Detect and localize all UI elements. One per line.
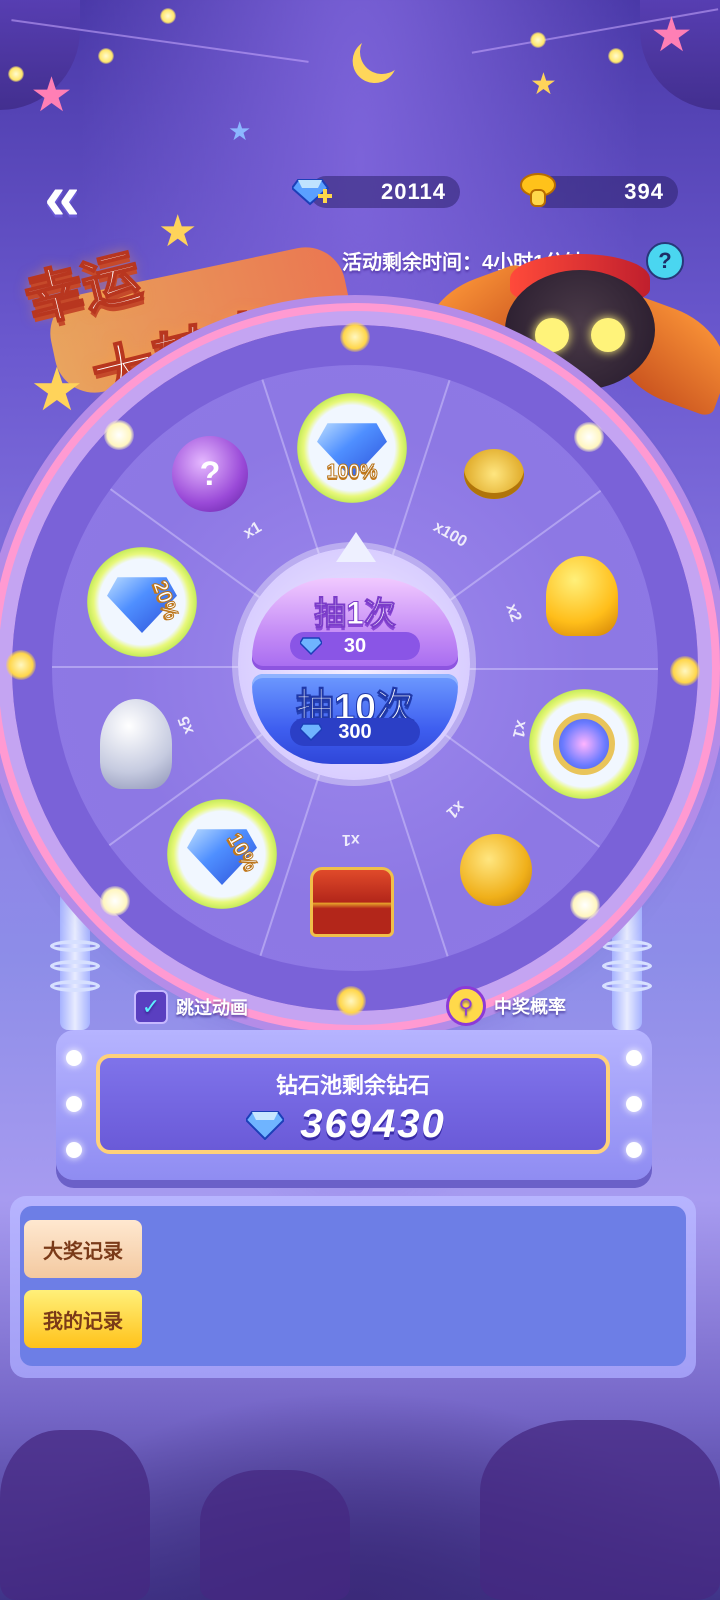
base-light	[626, 1142, 642, 1158]
diamond-balance-value: 20114	[381, 179, 446, 204]
multiplier-label: x1	[342, 831, 360, 848]
spring-decoration	[602, 980, 652, 992]
spring-decoration	[602, 940, 652, 952]
base-light	[66, 1142, 82, 1158]
prize-gold-mystery[interactable]	[446, 820, 546, 920]
string-bulb	[608, 48, 624, 64]
prize-diamond-20[interactable]: 20%	[87, 547, 197, 657]
gold-mushroom-icon	[520, 173, 556, 207]
gift-silhouette	[200, 1470, 350, 1600]
rim-bulb	[570, 890, 600, 920]
rim-bulb	[104, 420, 134, 450]
skip-animation-label: 跳过动画	[176, 998, 248, 1018]
diamond-balance: 20114	[310, 176, 460, 208]
prize-avatar-frame[interactable]	[529, 689, 639, 799]
spin-ten-cost: 300	[290, 718, 420, 746]
rim-bulb	[340, 322, 370, 352]
prize-diamond-100[interactable]: 100%	[297, 393, 407, 503]
string-bulb	[530, 32, 546, 48]
string-bulb	[8, 66, 24, 82]
star-decoration: ★	[228, 116, 252, 146]
diamond-icon	[300, 637, 322, 655]
prize-gold-mushroom[interactable]	[532, 546, 632, 646]
mushroom-balance-value: 394	[624, 179, 664, 204]
gift-silhouette	[480, 1420, 720, 1600]
star-decoration: ★	[530, 68, 557, 101]
wheel-pointer	[336, 532, 376, 562]
grand-prize-records-button[interactable]: 大奖记录	[24, 1220, 142, 1278]
gold-mushroom-icon	[546, 556, 618, 636]
diamond-icon	[300, 723, 322, 741]
spring-decoration	[602, 960, 652, 972]
diamond-pool-panel: 钻石池剩余钻石 369430	[96, 1054, 610, 1154]
base-light	[626, 1096, 642, 1112]
spin-ten-cost-value: 300	[338, 720, 372, 743]
moon-decoration	[354, 24, 410, 80]
odds-button[interactable]: ⚲ 中奖概率	[446, 986, 566, 1026]
odds-label: 中奖概率	[494, 997, 566, 1017]
dragon-eye	[591, 318, 625, 352]
diamond-pool-value: 369430	[100, 1102, 606, 1147]
spin-once-cost: 30	[290, 632, 420, 660]
spring-decoration	[50, 960, 100, 972]
silver-mushroom-icon	[100, 699, 172, 789]
star-decoration: ★	[158, 207, 198, 256]
prize-treasure-chest[interactable]	[302, 852, 402, 952]
checkmark-icon: ✓	[134, 990, 168, 1024]
diamond-plus-icon[interactable]	[292, 170, 332, 210]
gold-mystery-icon	[460, 834, 532, 906]
rim-bulb	[574, 422, 604, 452]
base-light	[66, 1096, 82, 1112]
gift-silhouette	[0, 1430, 150, 1600]
diamond-pool-label: 钻石池剩余钻石	[275, 1073, 430, 1098]
grand-prize-records-label: 大奖记录	[43, 1240, 123, 1263]
spin-once-cost-value: 30	[343, 634, 367, 657]
rim-bulb	[6, 650, 36, 680]
string-bulb	[160, 8, 176, 24]
star-decoration: ★	[30, 356, 84, 423]
treasure-chest-icon	[310, 867, 394, 937]
string-bulb	[98, 48, 114, 64]
my-records-button[interactable]: 我的记录	[24, 1290, 142, 1348]
purple-mystery-icon: ?	[172, 436, 248, 512]
my-records-label: 我的记录	[43, 1310, 123, 1333]
prize-gold-coins[interactable]	[444, 424, 544, 524]
spring-decoration	[50, 940, 100, 952]
rim-bulb	[100, 886, 130, 916]
dragon-eye	[535, 318, 569, 352]
prize-silver-mushroom[interactable]	[86, 694, 186, 794]
spin-once-label: 抽1次	[314, 595, 397, 632]
base-light	[66, 1050, 82, 1066]
prize-purple-mystery[interactable]: ?	[160, 424, 260, 524]
diamond-pool-number: 369430	[300, 1102, 446, 1146]
prize-tag: 100%	[326, 461, 378, 484]
rim-bulb	[670, 656, 700, 686]
gold-coins-icon	[464, 449, 524, 499]
prize-diamond-10[interactable]: 10%	[167, 799, 277, 909]
rim-bulb	[336, 986, 366, 1016]
avatar-frame-icon	[553, 713, 615, 775]
star-decoration: ★	[650, 9, 694, 62]
base-light	[626, 1050, 642, 1066]
spring-decoration	[50, 980, 100, 992]
star-decoration: ★	[30, 69, 74, 122]
bottom-decoration	[0, 1390, 720, 1600]
magnifier-icon: ⚲	[446, 986, 486, 1026]
spin-once-button[interactable]: 抽1次 30	[252, 578, 458, 670]
skip-animation-toggle[interactable]: ✓ 跳过动画	[134, 990, 248, 1024]
